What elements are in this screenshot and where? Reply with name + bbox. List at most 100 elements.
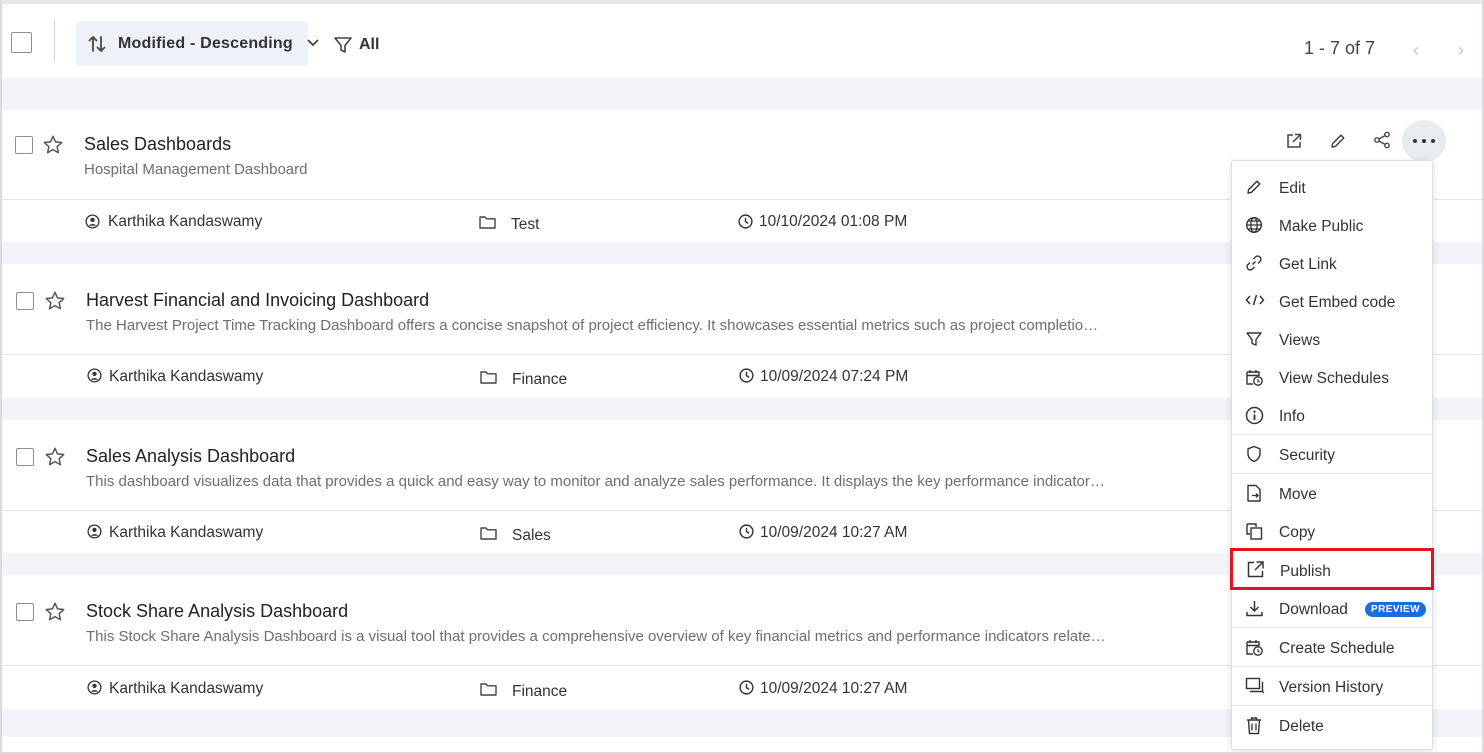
menu-item-copy[interactable]: Copy: [1232, 514, 1432, 550]
menu-item-make-public[interactable]: Make Public: [1232, 208, 1432, 244]
menu-item-security[interactable]: Security: [1232, 437, 1432, 473]
menu-item-publish[interactable]: Publish: [1230, 548, 1434, 590]
previous-page-icon[interactable]: ‹: [1413, 40, 1419, 61]
pagination-count: 1 - 7 of 7: [1304, 38, 1376, 58]
download-icon: [1246, 601, 1263, 617]
item-checkbox[interactable]: [16, 292, 34, 310]
list-toolbar: Modified - Descending All 1 - 7 of 7 ‹ ›: [2, 4, 1482, 78]
clock-icon: [739, 368, 754, 383]
menu-item-label: Copy: [1279, 524, 1316, 541]
calendar-clock-icon: [1246, 370, 1263, 386]
shield-icon: [1247, 445, 1261, 463]
menu-item-edit[interactable]: Edit: [1232, 170, 1432, 206]
item-title[interactable]: Harvest Financial and Invoicing Dashboar…: [86, 290, 429, 311]
item-category: Finance: [512, 371, 568, 388]
menu-item-get-link[interactable]: Get Link: [1232, 246, 1432, 282]
star-icon[interactable]: [44, 290, 66, 312]
edit-icon[interactable]: [1329, 132, 1347, 150]
preview-badge: PREVIEW: [1365, 602, 1426, 617]
link-icon: [1246, 255, 1262, 271]
item-owner: Karthika Kandaswamy: [109, 368, 264, 385]
clock-icon: [739, 680, 754, 695]
menu-divider: [1232, 627, 1432, 628]
move-file-icon: [1247, 484, 1261, 502]
user-icon: [87, 524, 102, 539]
menu-item-download[interactable]: Download PREVIEW: [1232, 591, 1432, 627]
item-description: This dashboard visualizes data that prov…: [86, 473, 1105, 490]
item-modified-date: 10/09/2024 07:24 PM: [760, 368, 909, 385]
share-icon[interactable]: [1373, 131, 1391, 149]
select-all-checkbox[interactable]: [11, 32, 32, 53]
code-icon: [1245, 294, 1265, 306]
item-title[interactable]: Sales Dashboards: [84, 134, 231, 155]
menu-item-label: Make Public: [1279, 218, 1364, 235]
globe-icon: [1245, 216, 1263, 234]
item-title[interactable]: Sales Analysis Dashboard: [86, 446, 295, 467]
item-category: Sales: [512, 527, 551, 544]
menu-item-label: Views: [1279, 332, 1321, 349]
sort-button[interactable]: Modified - Descending: [76, 21, 308, 66]
copy-icon: [1246, 523, 1263, 540]
item-checkbox[interactable]: [15, 136, 33, 154]
menu-item-label: Delete: [1279, 718, 1324, 735]
menu-item-label: Move: [1279, 486, 1317, 503]
menu-item-label: Info: [1279, 408, 1305, 425]
item-checkbox[interactable]: [16, 603, 34, 621]
menu-item-label: View Schedules: [1279, 370, 1390, 387]
star-icon[interactable]: [44, 601, 66, 623]
filter-icon: [1246, 332, 1262, 346]
folder-icon: [480, 371, 497, 384]
menu-divider: [1232, 473, 1432, 474]
menu-item-move[interactable]: Move: [1232, 476, 1432, 512]
user-icon: [85, 214, 100, 229]
item-modified-date: 10/10/2024 01:08 PM: [759, 213, 908, 230]
filter-icon[interactable]: [333, 35, 353, 55]
list-separator: [2, 78, 1482, 110]
item-description: The Harvest Project Time Tracking Dashbo…: [86, 317, 1099, 334]
menu-item-label: Version History: [1279, 679, 1384, 696]
menu-divider: [1232, 666, 1432, 667]
menu-divider: [1232, 705, 1432, 706]
menu-item-info[interactable]: Info: [1232, 398, 1432, 434]
menu-item-label: Get Embed code: [1279, 294, 1396, 311]
more-options-button[interactable]: [1402, 120, 1446, 162]
item-description: Hospital Management Dashboard: [84, 161, 308, 178]
info-icon: [1245, 406, 1264, 425]
menu-divider: [1232, 434, 1432, 435]
folder-icon: [480, 683, 497, 696]
user-icon: [87, 368, 102, 383]
menu-item-label: Security: [1279, 447, 1335, 464]
item-title[interactable]: Stock Share Analysis Dashboard: [86, 601, 348, 622]
menu-item-create-schedule[interactable]: Create Schedule: [1232, 630, 1432, 666]
sort-icon: [88, 35, 106, 53]
item-description: This Stock Share Analysis Dashboard is a…: [86, 628, 1106, 645]
clock-icon: [738, 214, 753, 229]
menu-item-label: Get Link: [1279, 256, 1337, 273]
item-modified-date: 10/09/2024 10:27 AM: [760, 680, 908, 697]
menu-item-label: Edit: [1279, 180, 1306, 197]
item-owner: Karthika Kandaswamy: [109, 524, 264, 541]
menu-item-version-history[interactable]: Version History: [1232, 669, 1432, 705]
open-in-new-icon[interactable]: [1285, 132, 1303, 150]
menu-item-get-embed-code[interactable]: Get Embed code: [1232, 284, 1432, 320]
item-checkbox[interactable]: [16, 448, 34, 466]
menu-item-view-schedules[interactable]: View Schedules: [1232, 360, 1432, 396]
trash-icon: [1247, 717, 1261, 735]
menu-item-label: Download: [1279, 601, 1348, 618]
menu-item-label: Create Schedule: [1279, 640, 1395, 657]
clock-icon: [739, 524, 754, 539]
filter-label[interactable]: All: [359, 36, 379, 54]
star-icon[interactable]: [42, 134, 64, 156]
menu-item-delete[interactable]: Delete: [1232, 708, 1432, 744]
dashboard-list-page: Modified - Descending All 1 - 7 of 7 ‹ ›…: [0, 0, 1484, 754]
sort-label: Modified - Descending: [118, 35, 293, 52]
version-history-icon: [1245, 677, 1265, 694]
item-owner: Karthika Kandaswamy: [109, 680, 264, 697]
chevron-down-icon[interactable]: [306, 38, 320, 48]
toolbar-divider: [54, 20, 55, 62]
item-category: Test: [511, 216, 540, 233]
next-page-icon[interactable]: ›: [1458, 40, 1464, 61]
star-icon[interactable]: [44, 446, 66, 468]
user-icon: [87, 680, 102, 695]
menu-item-views[interactable]: Views: [1232, 322, 1432, 358]
